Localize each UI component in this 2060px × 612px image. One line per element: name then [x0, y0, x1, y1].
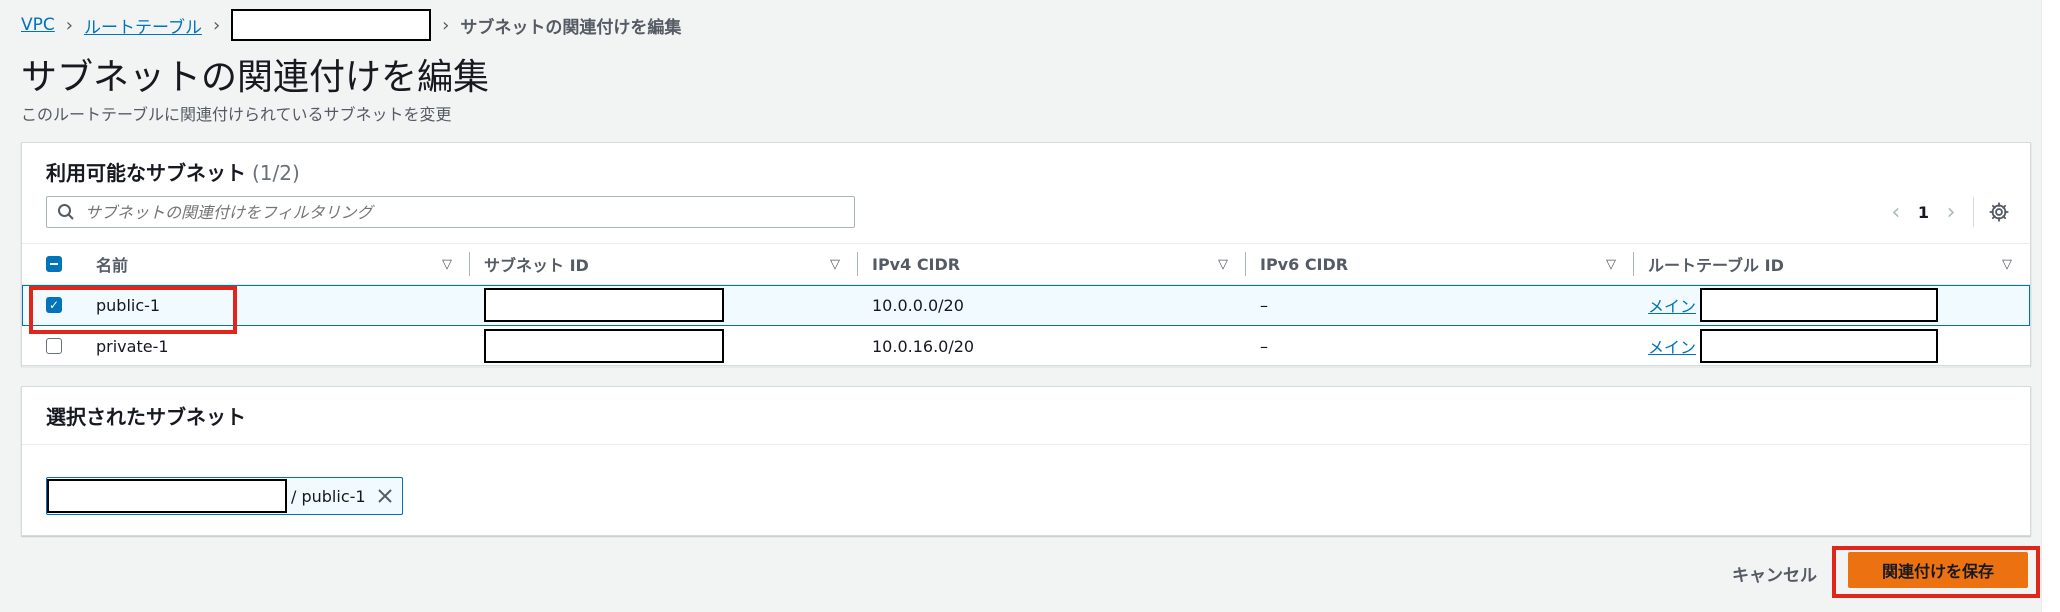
chevron-right-icon: › — [212, 14, 221, 36]
row-check-cell: ✓ — [22, 285, 82, 325]
column-header-label: IPv6 CIDR — [1260, 254, 1349, 274]
ipv4-cell: 10.0.16.0/20 — [872, 336, 975, 356]
table-row[interactable]: private-1 10.0.16.0/20 – メイン — [22, 326, 2030, 367]
row-checkbox[interactable] — [46, 338, 62, 354]
available-subnets-title: 利用可能なサブネット — [46, 161, 246, 185]
gear-icon[interactable] — [1988, 201, 2010, 223]
redacted-subnet-id — [47, 479, 287, 513]
subnet-filter[interactable] — [46, 196, 855, 228]
breadcrumb-current: サブネットの関連付けを編集 — [460, 17, 682, 38]
breadcrumb: VPC › ルートテーブル › › サブネットの関連付けを編集 — [21, 9, 682, 41]
page: VPC › ルートテーブル › › サブネットの関連付けを編集 サブネットの関連… — [0, 0, 2060, 612]
column-header-ipv6[interactable]: IPv6 CIDR ▽ — [1246, 244, 1634, 284]
subnets-table: 名前 ▽ サブネット ID ▽ IPv4 CIDR ▽ IPv6 CIDR ▽ — [22, 243, 2030, 367]
panel-divider — [22, 444, 2030, 445]
subnet-id-cell — [470, 285, 858, 325]
table-row[interactable]: ✓ public-1 10.0.0.0/20 – メイン — [22, 285, 2030, 326]
save-associations-button[interactable]: 関連付けを保存 — [1848, 552, 2028, 588]
route-table-cell: メイン — [1634, 285, 2030, 325]
column-header-name[interactable]: 名前 ▽ — [82, 244, 470, 284]
sort-icon[interactable]: ▽ — [1218, 257, 1228, 272]
pagination: ‹ 1 › — [1888, 196, 2010, 228]
breadcrumb-route-table-redacted[interactable] — [231, 9, 432, 41]
column-header-ipv4[interactable]: IPv4 CIDR ▽ — [858, 244, 1246, 284]
column-header-label: IPv4 CIDR — [872, 254, 961, 274]
sort-icon[interactable]: ▽ — [2002, 257, 2012, 272]
scrollbar-track[interactable] — [2041, 0, 2060, 612]
route-table-link[interactable]: メイン — [1648, 293, 1696, 317]
column-header-label: ルートテーブル ID — [1648, 256, 1784, 275]
ipv6-cell: – — [1260, 336, 1268, 356]
chevron-right-icon: › — [442, 14, 450, 36]
selected-subnets-panel: 選択されたサブネット / public-1 — [21, 386, 2031, 536]
selected-subnets-title: 選択されたサブネット — [46, 405, 246, 429]
row-checkbox[interactable]: ✓ — [46, 297, 62, 313]
subnet-name-cell: public-1 — [96, 295, 161, 315]
page-number[interactable]: 1 — [1918, 203, 1929, 222]
token-label: / public-1 — [291, 486, 366, 506]
available-subnets-count: (1/2) — [252, 161, 300, 185]
sort-icon[interactable]: ▽ — [830, 257, 840, 272]
pager-divider — [1973, 197, 1974, 227]
available-subnets-panel: 利用可能なサブネット(1/2) ‹ 1 › — [21, 142, 2031, 367]
column-header-subnet-id[interactable]: サブネット ID ▽ — [470, 244, 858, 284]
route-table-link[interactable]: メイン — [1648, 334, 1696, 358]
select-all-checkbox[interactable] — [46, 256, 62, 272]
column-header-label: サブネット ID — [484, 256, 589, 275]
close-icon[interactable] — [376, 487, 394, 505]
redacted-subnet-id — [484, 329, 724, 363]
column-header-route-table-id[interactable]: ルートテーブル ID ▽ — [1634, 244, 2030, 284]
row-check-cell — [22, 326, 82, 366]
subnet-filter-input[interactable] — [83, 201, 827, 223]
subnet-id-cell — [470, 326, 858, 366]
available-subnets-header: 利用可能なサブネット (1/2) — [46, 157, 300, 186]
redacted-subnet-id — [484, 288, 724, 322]
redacted-route-table-id — [1700, 329, 1939, 363]
table-header: 名前 ▽ サブネット ID ▽ IPv4 CIDR ▽ IPv6 CIDR ▽ — [22, 243, 2030, 285]
chevron-left-icon[interactable]: ‹ — [1888, 200, 1904, 225]
ipv6-cell: – — [1260, 295, 1268, 315]
header-select-all-cell — [22, 244, 82, 284]
redacted-route-table-id — [1700, 288, 1939, 322]
selected-subnet-token: / public-1 — [46, 477, 403, 515]
chevron-right-icon[interactable]: › — [1943, 200, 1959, 225]
sort-icon[interactable]: ▽ — [442, 257, 452, 272]
page-title: サブネットの関連付けを編集 — [21, 57, 490, 98]
search-icon — [58, 204, 74, 220]
chevron-right-icon: › — [65, 14, 73, 36]
page-description: このルートテーブルに関連付けられているサブネットを変更 — [21, 105, 452, 124]
column-header-label: 名前 — [96, 256, 129, 275]
sort-icon[interactable]: ▽ — [1606, 257, 1616, 272]
cancel-button[interactable]: キャンセル — [1726, 560, 1823, 587]
ipv4-cell: 10.0.0.0/20 — [872, 295, 964, 315]
route-table-cell: メイン — [1634, 326, 2030, 366]
subnet-name-cell: private-1 — [96, 336, 169, 356]
breadcrumb-vpc-link[interactable]: VPC — [21, 15, 55, 35]
breadcrumb-route-tables-link[interactable]: ルートテーブル — [84, 13, 202, 38]
